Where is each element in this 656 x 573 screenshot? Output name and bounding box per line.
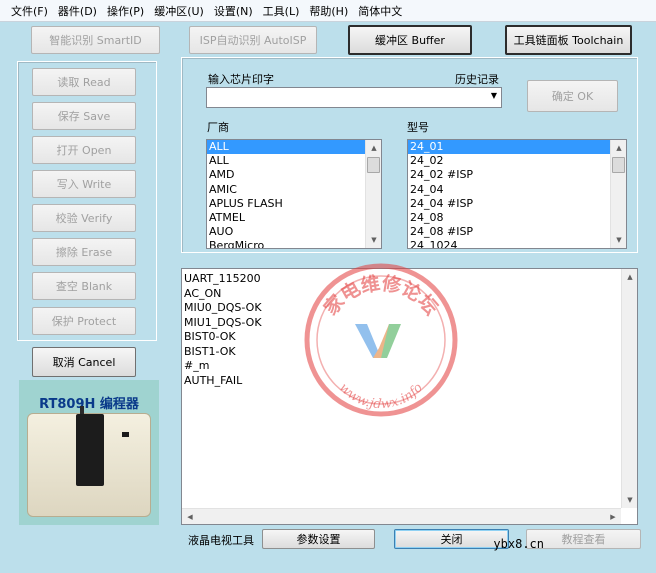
- menu-operation[interactable]: 操作(P): [102, 3, 149, 19]
- model-list[interactable]: 24_01 24_02 24_02 #ISP 24_04 24_04 #ISP …: [407, 139, 627, 249]
- protect-button[interactable]: 保护 Protect: [32, 307, 136, 335]
- log-hscrollbar[interactable]: ◀ ▶: [182, 508, 621, 524]
- params-button[interactable]: 参数设置: [262, 529, 375, 549]
- list-item[interactable]: 24_1024: [408, 239, 626, 248]
- close-button[interactable]: 关闭: [394, 529, 509, 549]
- blank-button[interactable]: 查空 Blank: [32, 272, 136, 300]
- programmer-device-illustration: [27, 406, 151, 517]
- list-item[interactable]: 24_04 #ISP: [408, 197, 626, 211]
- smartid-button[interactable]: 智能识别 SmartID: [31, 26, 160, 54]
- list-item[interactable]: 24_01: [408, 140, 626, 155]
- list-item[interactable]: 24_08: [408, 211, 626, 225]
- log-line: MIU1_DQS-OK: [184, 315, 262, 329]
- menu-tools[interactable]: 工具(L): [258, 3, 305, 19]
- chip-input-label: 输入芯片印字: [208, 73, 274, 86]
- list-item[interactable]: AMD: [207, 168, 381, 182]
- log-output[interactable]: UART_115200 AC_ON MIU0_DQS-OK MIU1_DQS-O…: [181, 268, 638, 525]
- log-line: BIST1-OK: [184, 344, 236, 358]
- list-item[interactable]: BergMicro: [207, 239, 381, 248]
- log-line: MIU0_DQS-OK: [184, 301, 262, 314]
- read-button[interactable]: 读取 Read: [32, 68, 136, 96]
- list-item[interactable]: ALL: [207, 154, 381, 168]
- log-vscrollbar[interactable]: ▲ ▼: [621, 269, 637, 508]
- scroll-up-icon[interactable]: ▲: [366, 140, 381, 156]
- list-item[interactable]: APLUS FLASH: [207, 197, 381, 211]
- list-item[interactable]: ATMEL: [207, 211, 381, 225]
- menu-buffer[interactable]: 缓冲区(U): [149, 3, 209, 19]
- scroll-right-icon[interactable]: ▶: [605, 509, 621, 524]
- main-window: 智能识别 SmartID ISP自动识别 AutoISP 缓冲区 Buffer …: [0, 22, 656, 573]
- lcd-tools-label: 液晶电视工具: [188, 534, 254, 547]
- save-button[interactable]: 保存 Save: [32, 102, 136, 130]
- product-title: RT809H 编程器: [39, 397, 139, 412]
- list-item[interactable]: 24_02 #ISP: [408, 168, 626, 182]
- list-item[interactable]: 24_08 #ISP: [408, 225, 626, 239]
- list-item[interactable]: AUO: [207, 225, 381, 239]
- vendor-list[interactable]: ALL ALL AMD AMIC APLUS FLASH ATMEL AUO B…: [206, 139, 382, 249]
- list-item[interactable]: 24_02: [408, 154, 626, 168]
- open-button[interactable]: 打开 Open: [32, 136, 136, 164]
- scroll-left-icon[interactable]: ◀: [182, 509, 198, 524]
- scroll-down-icon[interactable]: ▼: [622, 492, 637, 508]
- product-image: RT809H 编程器: [19, 380, 159, 525]
- write-button[interactable]: 写入 Write: [32, 170, 136, 198]
- scroll-down-icon[interactable]: ▼: [611, 232, 626, 248]
- log-line: AUTH_FAIL: [184, 373, 243, 387]
- menu-settings[interactable]: 设置(N): [209, 3, 258, 19]
- menu-language[interactable]: 简体中文: [353, 3, 407, 19]
- toolchain-button[interactable]: 工具链面板 Toolchain: [505, 25, 632, 55]
- scroll-up-icon[interactable]: ▲: [622, 269, 637, 285]
- scroll-down-icon[interactable]: ▼: [366, 232, 381, 248]
- chip-input-combo[interactable]: ▼: [206, 87, 502, 108]
- menu-help[interactable]: 帮助(H): [304, 3, 353, 19]
- model-scrollbar[interactable]: ▲ ▼: [610, 140, 626, 248]
- history-label: 历史记录: [455, 73, 499, 86]
- dropdown-arrow-icon[interactable]: ▼: [491, 91, 497, 100]
- log-line: BIST0-OK: [184, 330, 236, 343]
- vendor-scrollbar[interactable]: ▲ ▼: [365, 140, 381, 248]
- cancel-button[interactable]: 取消 Cancel: [32, 347, 136, 377]
- menu-file[interactable]: 文件(F): [6, 3, 53, 19]
- menu-device[interactable]: 器件(D): [53, 3, 102, 19]
- log-line: UART_115200: [184, 272, 261, 285]
- led-icon: [122, 432, 129, 437]
- model-label: 型号: [407, 121, 429, 134]
- buffer-button[interactable]: 缓冲区 Buffer: [348, 25, 472, 55]
- verify-button[interactable]: 校验 Verify: [32, 204, 136, 232]
- scroll-thumb[interactable]: [612, 157, 625, 173]
- autoisp-button[interactable]: ISP自动识别 AutoISP: [189, 26, 317, 54]
- list-item[interactable]: ALL: [207, 140, 381, 155]
- log-line: #_m: [184, 359, 210, 372]
- scroll-thumb[interactable]: [367, 157, 380, 173]
- scroll-up-icon[interactable]: ▲: [611, 140, 626, 156]
- list-item[interactable]: AMIC: [207, 183, 381, 197]
- vendor-label: 厂商: [207, 121, 229, 134]
- erase-button[interactable]: 擦除 Erase: [32, 238, 136, 266]
- menu-bar: 文件(F) 器件(D) 操作(P) 缓冲区(U) 设置(N) 工具(L) 帮助(…: [0, 0, 656, 22]
- site-watermark-text: ybx8.cn: [493, 537, 544, 551]
- ok-button[interactable]: 确定 OK: [527, 80, 618, 112]
- zif-socket-icon: [76, 414, 104, 486]
- list-item[interactable]: 24_04: [408, 183, 626, 197]
- log-line: AC_ON: [184, 286, 222, 300]
